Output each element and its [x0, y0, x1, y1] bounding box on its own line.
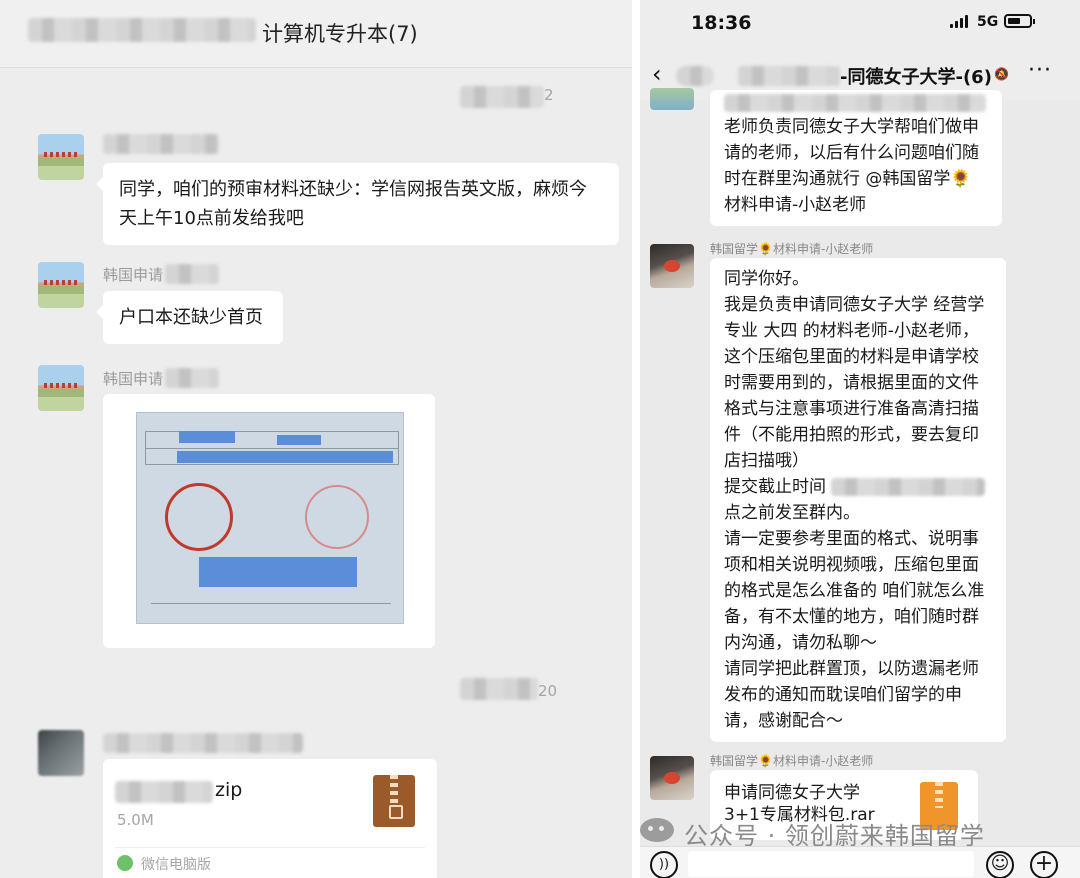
redaction	[199, 557, 357, 587]
zip-file-icon	[373, 775, 415, 827]
right-phone-chat: 18:36 5G ‹ -同德女子大学-(6) 🔕 ··· 老师负责同德女子大学帮…	[640, 0, 1080, 878]
sender-name: 韩国留学🌻材料申请-小赵老师	[710, 242, 874, 256]
redaction	[277, 435, 321, 445]
blurred-deadline	[831, 478, 986, 496]
sender-name: 韩国留学🌻材料申请-小赵老师	[710, 754, 874, 768]
redaction	[179, 431, 235, 443]
chat-header: 计算机专升本(7)	[0, 0, 632, 68]
divider	[115, 847, 425, 848]
battery-icon	[1004, 14, 1035, 28]
message-text: 老师负责同德女子大学帮咱们做申请的老师，以后有什么问题咱们随时在群里沟通就行 @…	[724, 117, 979, 215]
avatar[interactable]	[38, 262, 84, 308]
panel-divider	[632, 0, 640, 878]
blurred-timestamp	[460, 86, 544, 108]
document-photo	[136, 412, 404, 624]
red-seal-stamp	[165, 483, 233, 551]
form-rule	[151, 603, 391, 604]
file-size: 5.0M	[117, 811, 154, 829]
redaction	[177, 451, 393, 463]
file-message[interactable]: zip 5.0M 微信电脑版	[103, 759, 437, 878]
voice-icon[interactable]: ))	[650, 851, 678, 878]
avatar[interactable]	[650, 88, 694, 110]
message-text: 同学，咱们的预审材料还缺少：学信网报告英文版，麻烦今天上午10点前发给我吧	[119, 179, 587, 229]
message-text: 点之前发至群内。 请一定要参考里面的格式、说明事项和相关说明视频哦，压缩包里面的…	[724, 503, 985, 731]
status-bar: 18:36 5G	[640, 0, 1080, 50]
message-text: 户口本还缺少首页	[119, 307, 263, 328]
blurred-sender-name	[103, 733, 303, 753]
image-message[interactable]	[103, 394, 435, 648]
blurred-sender-name	[165, 264, 219, 284]
blurred-group-name	[28, 18, 256, 42]
avatar[interactable]	[38, 730, 84, 776]
network-type: 5G	[977, 14, 999, 30]
status-time: 18:36	[691, 12, 752, 34]
timestamp-tail: 2	[544, 86, 554, 104]
chat-title[interactable]: -同德女子大学-(6)	[840, 63, 992, 89]
message-bubble[interactable]: 户口本还缺少首页	[96, 291, 283, 344]
more-button[interactable]: ···	[1028, 58, 1052, 83]
input-bar: )) ☺ +	[640, 846, 1080, 878]
avatar[interactable]	[38, 365, 84, 411]
chat-title[interactable]: 计算机专升本(7)	[262, 18, 418, 48]
message-bubble[interactable]: 老师负责同德女子大学帮咱们做申请的老师，以后有什么问题咱们随时在群里沟通就行 @…	[710, 90, 1002, 226]
blurred-mention	[724, 94, 986, 112]
left-chat-window: 计算机专升本(7) 2 同学，咱们的预审材料还缺少：学信网报告英文版，麻烦今天上…	[0, 0, 632, 878]
message-bubble[interactable]: 同学你好。 我是负责申请同德女子大学 经营学专业 大四 的材料老师-小赵老师，这…	[710, 258, 1006, 742]
timestamp-tail: 20	[538, 682, 558, 700]
message-text: 同学你好。 我是负责申请同德女子大学 经营学专业 大四 的材料老师-小赵老师，这…	[724, 269, 985, 497]
plus-icon[interactable]: +	[1030, 851, 1058, 878]
avatar[interactable]	[650, 244, 694, 288]
file-extension: zip	[215, 779, 243, 801]
file-source: 微信电脑版	[141, 857, 211, 873]
emoji-icon[interactable]: ☺	[986, 851, 1014, 878]
signal-icon	[950, 14, 970, 28]
mute-icon: 🔕	[994, 67, 1009, 81]
wechat-official-icon	[640, 818, 674, 842]
blurred-sender-name	[103, 134, 219, 154]
back-button[interactable]: ‹	[652, 60, 662, 88]
red-seal-stamp	[305, 485, 369, 549]
blurred-group-name	[738, 66, 840, 86]
blurred-file-name	[115, 781, 213, 803]
blurred-timestamp	[460, 678, 538, 700]
form-rule	[145, 448, 399, 449]
sender-name: 韩国申请	[103, 370, 164, 388]
sender-name: 韩国申请	[103, 266, 164, 284]
message-bubble[interactable]: 同学，咱们的预审材料还缺少：学信网报告英文版，麻烦今天上午10点前发给我吧	[96, 163, 619, 245]
avatar[interactable]	[650, 756, 694, 800]
blurred-sender-name	[165, 368, 219, 388]
blurred-unread-badge	[676, 66, 714, 86]
avatar[interactable]	[38, 134, 84, 180]
wechat-icon	[117, 855, 133, 871]
message-input[interactable]	[688, 851, 974, 877]
